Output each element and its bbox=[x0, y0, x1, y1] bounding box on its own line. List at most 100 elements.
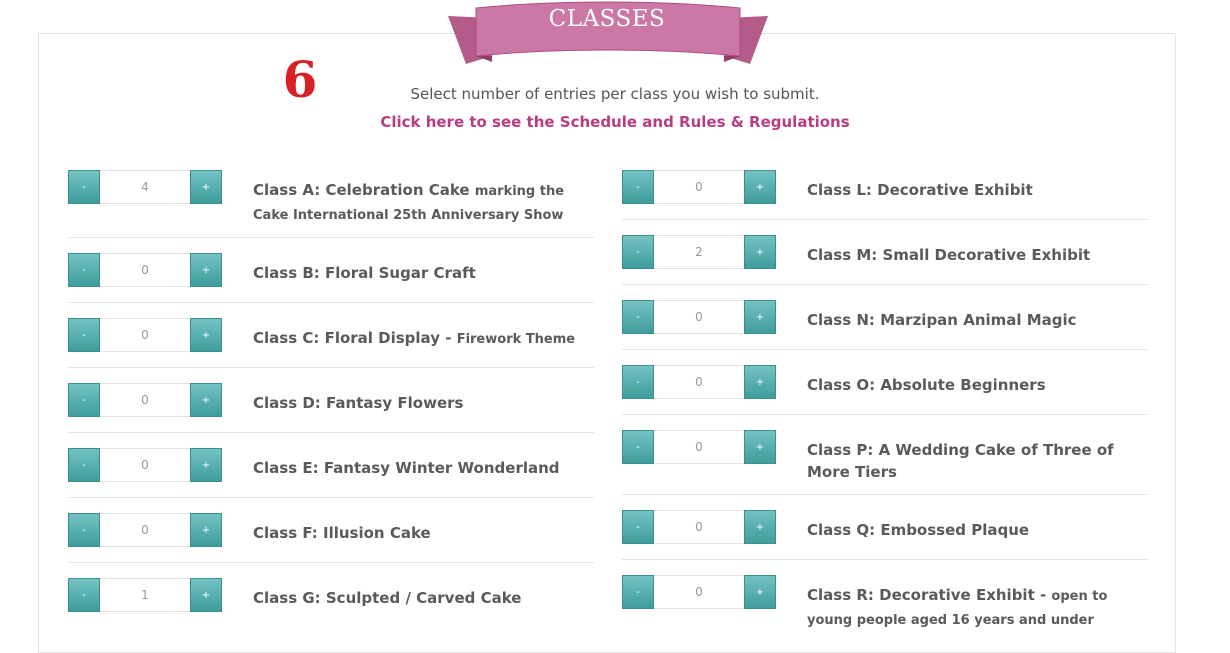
decrement-button[interactable]: - bbox=[622, 170, 654, 204]
class-row-l: - + Class L: Decorative Exhibit bbox=[622, 155, 1148, 220]
class-list-right: - + Class L: Decorative Exhibit - + Clas… bbox=[622, 155, 1148, 635]
class-label: Class D: Fantasy Flowers bbox=[253, 392, 583, 416]
decrement-button[interactable]: - bbox=[622, 510, 654, 544]
class-title: Class L: Decorative Exhibit bbox=[807, 181, 1033, 199]
entry-stepper: - + bbox=[68, 170, 222, 204]
class-title: Class E: Fantasy Winter Wonderland bbox=[253, 459, 560, 477]
decrement-button[interactable]: - bbox=[68, 578, 100, 612]
increment-button[interactable]: + bbox=[190, 253, 222, 287]
class-title: Class Q: Embossed Plaque bbox=[807, 521, 1030, 539]
class-title: Class B: Floral Sugar Craft bbox=[253, 264, 476, 282]
class-title: Class N: Marzipan Animal Magic bbox=[807, 311, 1077, 329]
entries-input[interactable] bbox=[654, 430, 744, 464]
class-row-d: - + Class D: Fantasy Flowers bbox=[68, 368, 594, 433]
decrement-button[interactable]: - bbox=[68, 253, 100, 287]
entry-stepper: - + bbox=[68, 513, 222, 547]
class-label: Class E: Fantasy Winter Wonderland bbox=[253, 457, 583, 481]
class-label: Class G: Sculpted / Carved Cake bbox=[253, 587, 583, 611]
increment-button[interactable]: + bbox=[190, 318, 222, 352]
class-title: Class A: Celebration Cake bbox=[253, 181, 470, 199]
class-label: Class B: Floral Sugar Craft bbox=[253, 262, 583, 286]
class-row-g: - + Class G: Sculpted / Carved Cake bbox=[68, 563, 594, 628]
entry-stepper: - + bbox=[622, 510, 776, 544]
decrement-button[interactable]: - bbox=[68, 318, 100, 352]
class-row-c: - + Class C: Floral Display - Firework T… bbox=[68, 303, 594, 368]
entries-input[interactable] bbox=[100, 170, 190, 204]
entry-stepper: - + bbox=[622, 365, 776, 399]
increment-button[interactable]: + bbox=[744, 300, 776, 334]
increment-button[interactable]: + bbox=[190, 513, 222, 547]
class-label: Class N: Marzipan Animal Magic bbox=[807, 309, 1137, 333]
class-row-b: - + Class B: Floral Sugar Craft bbox=[68, 238, 594, 303]
decrement-button[interactable]: - bbox=[68, 513, 100, 547]
increment-button[interactable]: + bbox=[744, 235, 776, 269]
instructions-text: Select number of entries per class you w… bbox=[410, 85, 820, 103]
class-title: Class F: Illusion Cake bbox=[253, 524, 431, 542]
class-label: Class C: Floral Display - Firework Theme bbox=[253, 327, 583, 351]
entries-input[interactable] bbox=[100, 383, 190, 417]
entries-input[interactable] bbox=[100, 253, 190, 287]
class-label: Class M: Small Decorative Exhibit bbox=[807, 244, 1137, 268]
decrement-button[interactable]: - bbox=[68, 448, 100, 482]
entries-input[interactable] bbox=[654, 300, 744, 334]
decrement-button[interactable]: - bbox=[622, 235, 654, 269]
increment-button[interactable]: + bbox=[190, 578, 222, 612]
class-title: Class G: Sculpted / Carved Cake bbox=[253, 589, 522, 607]
increment-button[interactable]: + bbox=[190, 383, 222, 417]
entries-input[interactable] bbox=[100, 318, 190, 352]
class-list-left: - + Class A: Celebration Cake marking th… bbox=[68, 155, 594, 628]
decrement-button[interactable]: - bbox=[68, 170, 100, 204]
entries-input[interactable] bbox=[654, 170, 744, 204]
class-label: Class F: Illusion Cake bbox=[253, 522, 583, 546]
decrement-button[interactable]: - bbox=[622, 575, 654, 609]
class-row-a: - + Class A: Celebration Cake marking th… bbox=[68, 155, 594, 238]
class-label: Class A: Celebration Cake marking the Ca… bbox=[253, 179, 583, 227]
entries-input[interactable] bbox=[100, 448, 190, 482]
increment-button[interactable]: + bbox=[744, 430, 776, 464]
entry-stepper: - + bbox=[622, 575, 776, 609]
class-row-p: - + Class P: A Wedding Cake of Three of … bbox=[622, 415, 1148, 495]
entries-input[interactable] bbox=[100, 513, 190, 547]
class-label: Class R: Decorative Exhibit - open to yo… bbox=[807, 584, 1137, 632]
schedule-rules-link[interactable]: Click here to see the Schedule and Rules… bbox=[0, 113, 1230, 131]
entries-input[interactable] bbox=[654, 365, 744, 399]
class-title: Class O: Absolute Beginners bbox=[807, 376, 1046, 394]
entries-input[interactable] bbox=[654, 575, 744, 609]
decrement-button[interactable]: - bbox=[68, 383, 100, 417]
class-row-r: - + Class R: Decorative Exhibit - open t… bbox=[622, 560, 1148, 635]
entry-stepper: - + bbox=[68, 318, 222, 352]
increment-button[interactable]: + bbox=[744, 510, 776, 544]
increment-button[interactable]: + bbox=[190, 448, 222, 482]
entry-stepper: - + bbox=[68, 578, 222, 612]
class-title: Class M: Small Decorative Exhibit bbox=[807, 246, 1091, 264]
entry-stepper: - + bbox=[622, 300, 776, 334]
class-row-m: - + Class M: Small Decorative Exhibit bbox=[622, 220, 1148, 285]
increment-button[interactable]: + bbox=[744, 170, 776, 204]
class-title: Class R: Decorative Exhibit - bbox=[807, 586, 1047, 604]
class-title: Class P: A Wedding Cake of Three of More… bbox=[807, 441, 1114, 481]
class-title: Class C: Floral Display - bbox=[253, 329, 452, 347]
entries-input[interactable] bbox=[100, 578, 190, 612]
entry-stepper: - + bbox=[68, 383, 222, 417]
increment-button[interactable]: + bbox=[190, 170, 222, 204]
class-row-q: - + Class Q: Embossed Plaque bbox=[622, 495, 1148, 560]
class-row-f: - + Class F: Illusion Cake bbox=[68, 498, 594, 563]
banner-title: CLASSES bbox=[548, 6, 666, 32]
entry-stepper: - + bbox=[622, 235, 776, 269]
class-label: Class P: A Wedding Cake of Three of More… bbox=[807, 439, 1137, 485]
decrement-button[interactable]: - bbox=[622, 365, 654, 399]
class-label: Class Q: Embossed Plaque bbox=[807, 519, 1137, 543]
entry-stepper: - + bbox=[622, 430, 776, 464]
decrement-button[interactable]: - bbox=[622, 300, 654, 334]
increment-button[interactable]: + bbox=[744, 575, 776, 609]
entry-stepper: - + bbox=[622, 170, 776, 204]
step-number: 6 bbox=[282, 50, 318, 109]
decrement-button[interactable]: - bbox=[622, 430, 654, 464]
entry-stepper: - + bbox=[68, 448, 222, 482]
class-row-n: - + Class N: Marzipan Animal Magic bbox=[622, 285, 1148, 350]
class-subtitle: Firework Theme bbox=[456, 332, 576, 347]
class-row-e: - + Class E: Fantasy Winter Wonderland bbox=[68, 433, 594, 498]
entries-input[interactable] bbox=[654, 510, 744, 544]
entries-input[interactable] bbox=[654, 235, 744, 269]
increment-button[interactable]: + bbox=[744, 365, 776, 399]
